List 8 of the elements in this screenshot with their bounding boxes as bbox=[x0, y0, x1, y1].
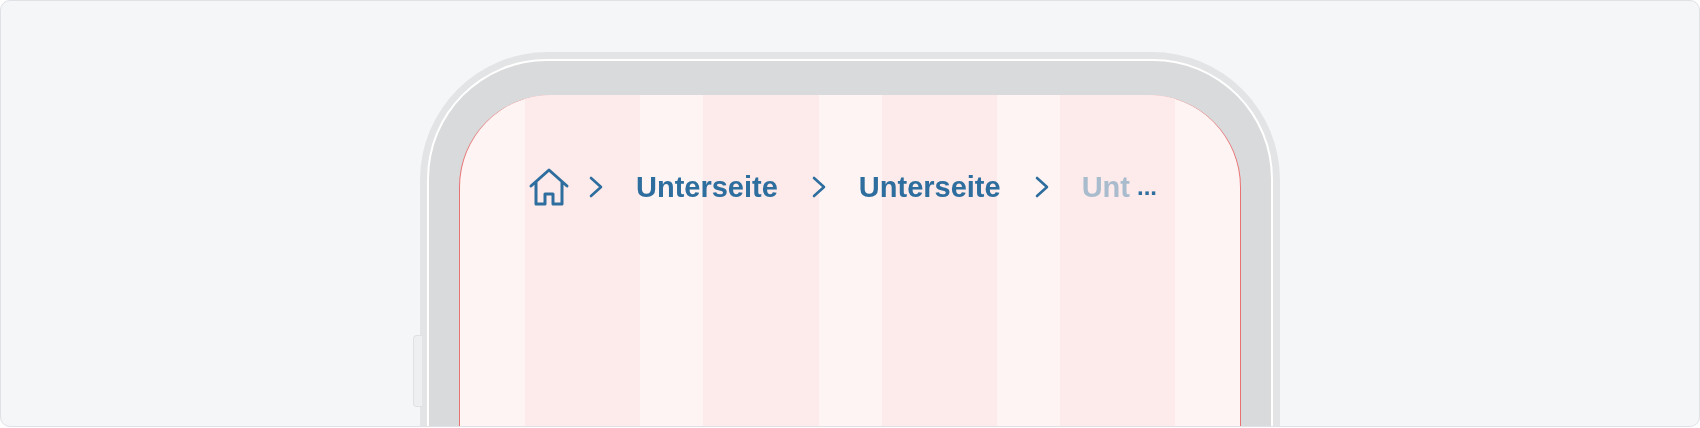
chevron-icon bbox=[1033, 175, 1050, 199]
chevron-icon bbox=[588, 175, 604, 199]
home-link[interactable] bbox=[528, 167, 570, 207]
home-icon bbox=[528, 167, 570, 207]
chevron-icon bbox=[810, 175, 827, 199]
breadcrumb-link[interactable]: Unterseite bbox=[858, 169, 1001, 205]
breadcrumb-link[interactable]: Unterseite bbox=[636, 169, 778, 205]
ellipsis: ... bbox=[1137, 172, 1157, 202]
